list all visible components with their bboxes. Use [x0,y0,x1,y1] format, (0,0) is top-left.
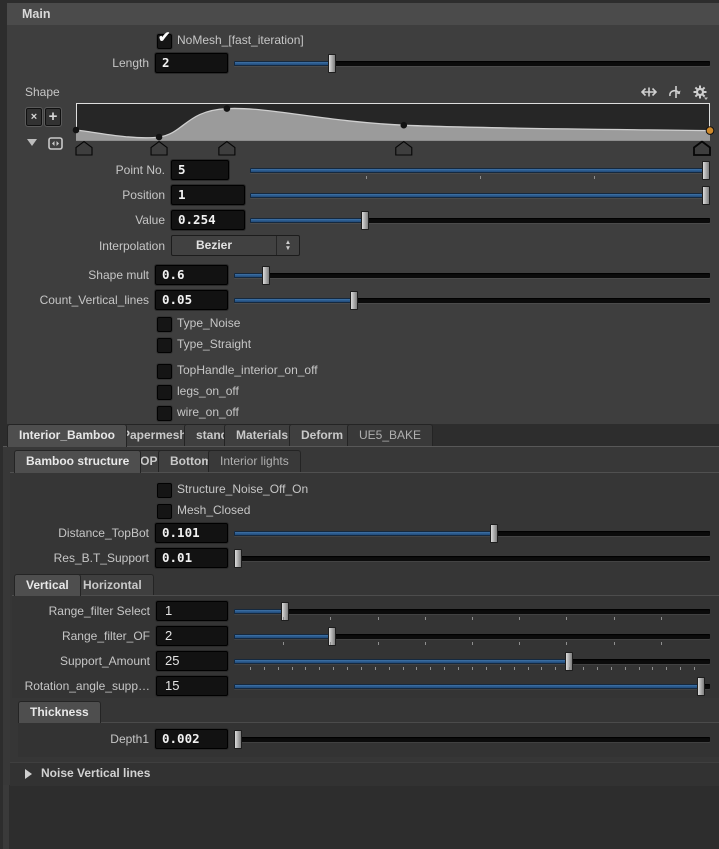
noise-vertical-lines-section[interactable]: Noise Vertical lines [10,762,719,786]
tab-interior-bamboo[interactable]: Interior_Bamboo [7,424,127,447]
position-field[interactable]: 1 [171,185,245,205]
nomesh-label: NoMesh_[fast_iteration] [177,33,304,48]
collapsed-arrow-icon[interactable] [25,769,32,779]
value-field[interactable]: 0.254 [171,210,245,230]
ramp-delete-point-button[interactable]: × [25,107,43,127]
param-label-point-no: Point No. [0,160,165,180]
type-noise-checkbox[interactable] [157,317,172,332]
param-label-shape-mult: Shape mult [0,265,149,285]
tab-thickness[interactable]: Thickness [18,701,101,723]
tophandle-interior-checkbox[interactable] [157,364,172,379]
shape-ramp-editor[interactable] [76,103,710,156]
depth1-field[interactable]: 0.002 [155,729,228,749]
interpolation-dropdown[interactable]: Bezier ▲ ▼ [171,235,300,256]
noise-vertical-lines-label: Noise Vertical lines [41,766,150,780]
range-filter-select-field[interactable]: 1 [156,601,228,621]
tophandle-interior-label: TopHandle_interior_on_off [177,363,318,378]
value-slider[interactable] [250,210,710,231]
tab-interior-lights[interactable]: Interior lights [208,450,301,472]
legs-on-off-checkbox[interactable] [157,385,172,400]
distance-topbot-field[interactable]: 0.101 [155,523,228,543]
depth1-slider[interactable] [234,729,710,750]
main-group-header[interactable]: Main [7,3,719,25]
support-amount-field[interactable]: 25 [156,651,228,671]
param-label-length: Length [0,53,149,73]
support-amount-slider[interactable] [234,651,710,672]
range-filter-select-slider[interactable] [234,601,710,622]
shape-mult-slider[interactable] [234,265,710,286]
pan-horizontal-icon[interactable] [641,84,657,100]
param-label-value: Value [0,210,165,230]
pane-left-edge [3,785,9,849]
fit-range-icon[interactable] [48,137,63,150]
param-label-count-vertical-lines: Count_Vertical_lines [0,290,149,310]
type-straight-checkbox[interactable] [157,338,172,353]
tab-vertical[interactable]: Vertical [14,574,81,596]
tab-ue5-bake[interactable]: UE5_BAKE [347,424,433,446]
mesh-closed-label: Mesh_Closed [177,503,250,518]
param-label-depth1: Depth1 [0,729,149,749]
rotation-angle-field[interactable]: 15 [156,676,228,696]
res-bt-support-slider[interactable] [234,548,710,569]
range-filter-of-slider[interactable] [234,626,710,647]
param-label-interpolation: Interpolation [0,236,165,256]
range-filter-of-field[interactable]: 2 [156,626,228,646]
gear-menu-icon[interactable] [692,84,708,100]
nomesh-checkbox[interactable] [157,34,172,49]
point-no-field[interactable]: 5 [171,160,229,180]
param-label-rotation-angle: Rotation_angle_supp… [0,676,150,696]
tab-bamboo-structure[interactable]: Bamboo structure [14,450,141,473]
spinner-down-icon[interactable]: ▼ [285,246,291,252]
param-label-support-amount: Support_Amount [0,651,150,671]
shape-mult-field[interactable]: 0.6 [155,265,228,285]
param-label-position: Position [0,185,165,205]
dropdown-spinner-icon[interactable]: ▲ ▼ [276,236,299,255]
ramp-options-arrow-icon[interactable] [27,139,37,146]
legs-on-off-label: legs_on_off [177,384,239,399]
length-field[interactable]: 2 [155,53,228,73]
res-bt-support-field[interactable]: 0.01 [155,548,228,568]
distance-topbot-slider[interactable] [234,523,710,544]
structure-noise-label: Structure_Noise_Off_On [177,482,308,497]
interpolation-value: Bezier [196,236,232,255]
param-label-range-filter-select: Range_filter Select [0,601,150,621]
param-label-distance-topbot: Distance_TopBot [0,523,149,543]
wire-on-off-label: wire_on_off [177,405,239,420]
count-vertical-lines-field[interactable]: 0.05 [155,290,228,310]
shape-label: Shape [25,82,85,102]
tab-deform[interactable]: Deform [289,424,355,446]
tab-horizontal[interactable]: Horizontal [71,574,154,595]
param-label-range-filter-of: Range_filter_OF [0,626,150,646]
wire-on-off-checkbox[interactable] [157,406,172,421]
structure-noise-checkbox[interactable] [157,483,172,498]
param-label-res-bt-support: Res_B.T_Support [0,548,149,568]
position-slider[interactable] [250,185,710,206]
rotation-angle-slider[interactable] [234,676,710,697]
length-slider[interactable] [234,53,710,74]
point-no-slider[interactable] [250,160,710,181]
type-straight-label: Type_Straight [177,337,251,352]
count-vertical-lines-slider[interactable] [234,290,710,311]
ramp-add-point-button[interactable]: + [44,107,62,127]
mesh-closed-checkbox[interactable] [157,504,172,519]
type-noise-label: Type_Noise [177,316,240,331]
parameter-pane: Main NoMesh_[fast_iteration] Length 2 Sh… [0,0,719,849]
cycle-values-icon[interactable] [667,84,683,100]
